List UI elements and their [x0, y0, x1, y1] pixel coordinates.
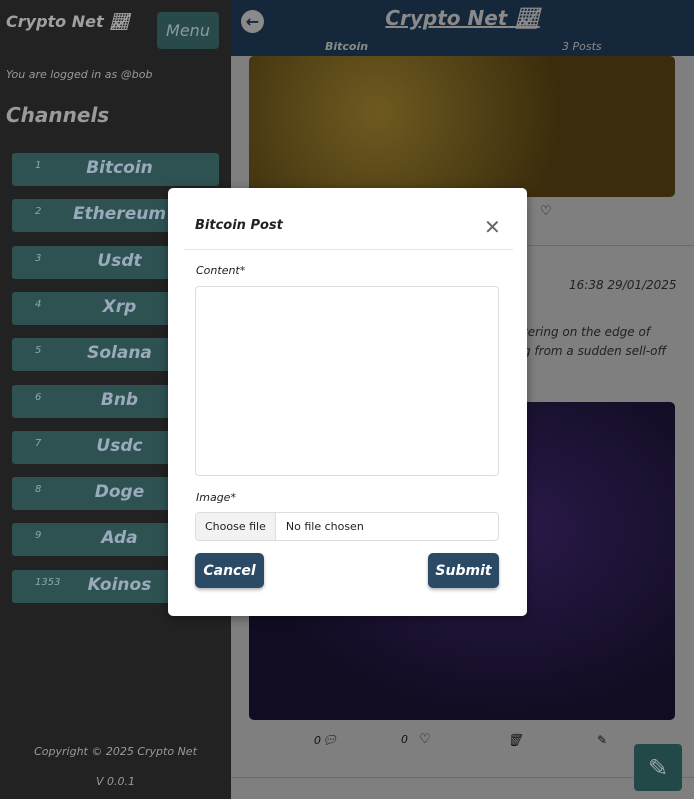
likes-count: 0 [401, 733, 408, 746]
channel-number: 2 [35, 206, 42, 218]
channel-number: 8 [35, 484, 42, 496]
chart-line-icon: 📈︎ [514, 6, 540, 30]
channel-number: 1 [35, 160, 42, 171]
logged-in-text: You are logged in as @bob [6, 68, 153, 81]
channel-number: 5 [35, 345, 42, 357]
sidebar-brand[interactable]: Crypto Net 📈︎ [6, 12, 130, 31]
new-post-modal: Bitcoin Post ✕ Content* Image* Choose fi… [168, 188, 527, 616]
post-date: 16:38 29/01/2025 [569, 278, 677, 292]
comments-count: 0 [314, 734, 321, 747]
post-text: tering on the edge of [523, 325, 651, 339]
channel-number: 1353 [35, 576, 61, 588]
new-post-pencil-icon[interactable]: ✎ [634, 744, 682, 791]
channels-heading: Channels [6, 103, 110, 127]
channel-number: 3 [35, 252, 42, 264]
channel-number: 7 [35, 437, 42, 449]
post-count: 3 Posts [562, 40, 602, 53]
content-textarea[interactable] [195, 286, 499, 476]
edit-icon[interactable]: ✎ [597, 733, 607, 747]
chart-line-icon: 📈︎ [109, 12, 130, 31]
version: V 0.0.1 [95, 775, 135, 788]
channel-name: Bitcoin [86, 158, 153, 178]
channel-number: 9 [35, 530, 42, 542]
trash-icon[interactable]: 🗑︎ [507, 733, 522, 747]
post-image[interactable] [249, 56, 675, 197]
channel-number: 6 [35, 391, 42, 403]
header-title[interactable]: Crypto Net 📈︎ [231, 6, 694, 30]
header: ← Crypto Net 📈︎ Bitcoin 3 Posts [231, 0, 694, 56]
copyright: Copyright © 2025 Crypto Net [34, 745, 197, 758]
heart-icon[interactable]: ♡ [419, 732, 431, 747]
heart-icon[interactable]: ♡ [540, 204, 552, 219]
comments-icon[interactable]: 💬︎ [322, 733, 337, 747]
channel-name: Bitcoin [325, 40, 369, 53]
submit-button[interactable]: Submit [428, 553, 499, 588]
channel-item-bitcoin[interactable]: 1 Bitcoin [12, 153, 219, 186]
divider [184, 249, 513, 250]
choose-file-button[interactable]: Choose file [196, 513, 276, 540]
file-status: No file chosen [285, 520, 364, 533]
modal-title: Bitcoin Post [195, 218, 283, 233]
channel-number: 4 [35, 298, 42, 310]
content-label: Content* [196, 264, 246, 277]
image-label: Image* [196, 491, 236, 504]
divider [231, 777, 694, 778]
post-text: g from a sudden sell-off [523, 344, 667, 358]
menu-button[interactable]: Menu [157, 12, 219, 49]
image-file-input[interactable]: Choose file No file chosen [195, 512, 499, 541]
cancel-button[interactable]: Cancel [195, 553, 264, 588]
close-icon[interactable]: ✕ [484, 215, 501, 239]
